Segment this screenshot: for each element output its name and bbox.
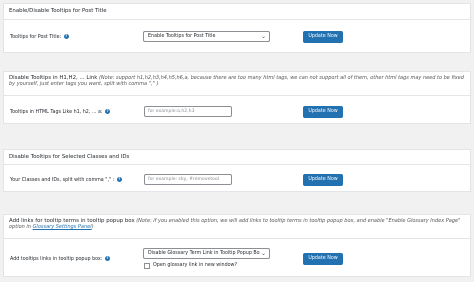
section-title-block: Disable Tooltips in H1,H2, ... Link (Not…	[9, 75, 466, 88]
update-now-button[interactable]: Update Now	[303, 174, 343, 186]
chevron-down-icon: ⌄	[259, 249, 266, 258]
question-circle-icon[interactable]: ?	[63, 34, 69, 39]
row-label: Tooltips for Post Title: ?	[10, 34, 69, 40]
update-now-button[interactable]: Update Now	[303, 106, 343, 118]
select-value: Enable Tooltips for Post Title	[148, 34, 216, 39]
glossary-link-select[interactable]: Disable Glossary Term Link in Tooltip Po…	[143, 248, 270, 259]
question-circle-icon[interactable]: ?	[105, 109, 111, 114]
post-title-tooltip-select[interactable]: Enable Tooltips for Post Title ⌄	[143, 31, 270, 42]
select-value: Disable Glossary Term Link in Tooltip Po…	[148, 251, 263, 256]
update-now-button[interactable]: Update Now	[303, 31, 343, 43]
question-circle-icon[interactable]: ?	[104, 256, 110, 261]
row-label: Tooltips in HTML Tags Like h1, h2, ... a…	[10, 109, 111, 115]
section-disable-html-tags: Disable Tooltips in H1,H2, ... Link (Not…	[3, 71, 471, 124]
html-tags-input[interactable]: for example:a,h2,h3	[144, 106, 232, 117]
row-label-text: Tooltips in HTML Tags Like h1, h2, ... a…	[10, 110, 103, 115]
section-title: Disable Tooltips for Selected Classes an…	[9, 154, 130, 160]
section-glossary-links: Add links for tooltip terms in tooltip p…	[3, 214, 471, 277]
section-title: Disable Tooltips in H1,H2, ... Link	[9, 75, 98, 81]
section-header: Disable Tooltips in H1,H2, ... Link (Not…	[4, 72, 470, 96]
section-disable-classes-ids: Disable Tooltips for Selected Classes an…	[3, 149, 471, 192]
section-title-block: Add links for tooltip terms in tooltip p…	[9, 218, 466, 231]
row-label-text: Add tooltips links in tooltip popup box:	[10, 257, 103, 262]
section-header: Enable/Disable Tooltips for Post Title	[4, 4, 470, 20]
row-label: Your Classes and IDs, split with comma "…	[10, 177, 122, 183]
open-new-window-checkbox[interactable]	[144, 263, 150, 269]
question-circle-icon[interactable]: ?	[116, 177, 122, 182]
chevron-down-icon: ⌄	[260, 33, 266, 40]
row-label: Add tooltips links in tooltip popup box:…	[10, 256, 110, 262]
update-now-button[interactable]: Update Now	[303, 253, 343, 265]
section-title: Add links for tooltip terms in tooltip p…	[9, 218, 135, 224]
classes-ids-input[interactable]: for example: sky, #removetool	[144, 174, 232, 185]
checkbox-label: Open glossary link in new window?	[153, 263, 238, 268]
section-title: Enable/Disable Tooltips for Post Title	[9, 8, 107, 14]
section-post-title: Enable/Disable Tooltips for Post Title T…	[3, 3, 471, 53]
row-label-text: Tooltips for Post Title:	[10, 35, 62, 40]
glossary-settings-link[interactable]: Glossary Settings Panel	[33, 224, 92, 230]
row-label-text: Your Classes and IDs, split with comma "…	[10, 178, 115, 183]
section-header: Add links for tooltip terms in tooltip p…	[4, 215, 470, 239]
section-header: Disable Tooltips for Selected Classes an…	[4, 150, 470, 165]
section-note-end: )	[91, 224, 94, 231]
